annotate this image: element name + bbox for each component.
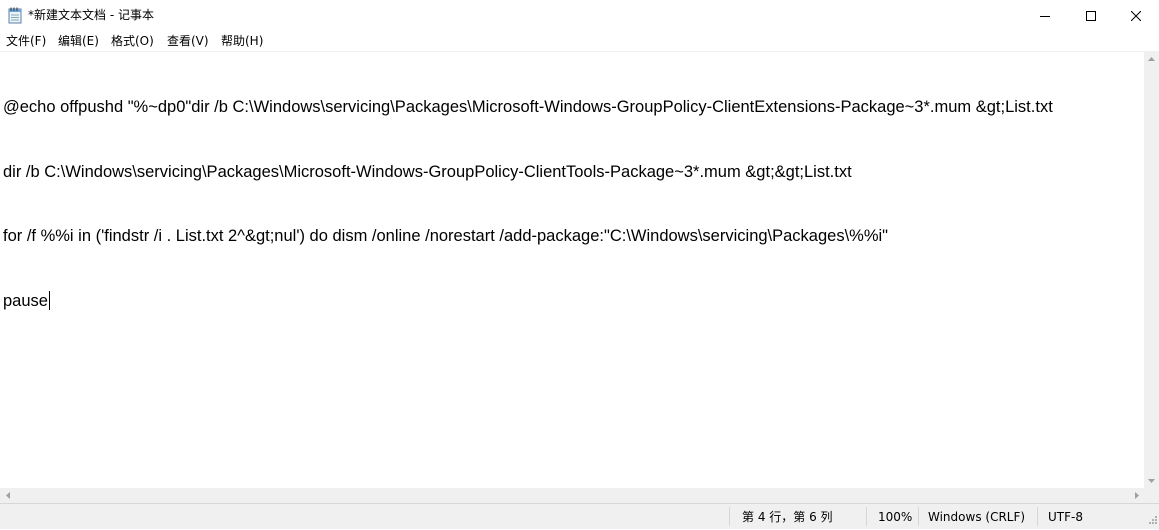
scrollbar-corner bbox=[1144, 488, 1159, 503]
encoding: UTF-8 bbox=[1048, 510, 1083, 524]
maximize-icon bbox=[1086, 10, 1096, 21]
menu-help[interactable]: 帮助(H) bbox=[220, 33, 264, 49]
editor-line: for /f %%i in ('findstr /i . List.txt 2^… bbox=[3, 227, 889, 245]
menu-bar: 文件(F) 编辑(E) 格式(O) 查看(V) 帮助(H) bbox=[0, 31, 1159, 51]
editor-line: @echo offpushd "%~dp0"dir /b C:\Windows\… bbox=[3, 98, 1053, 116]
vertical-scrollbar[interactable] bbox=[1144, 51, 1159, 488]
horizontal-scrollbar[interactable] bbox=[0, 488, 1144, 503]
window-title: *新建文本文档 - 记事本 bbox=[28, 8, 154, 22]
scroll-up-icon[interactable] bbox=[1144, 51, 1159, 66]
cursor-position: 第 4 行，第 6 列 bbox=[742, 510, 833, 524]
editor-content: @echo offpushd "%~dp0"dir /b C:\Windows\… bbox=[3, 54, 1053, 355]
menu-edit[interactable]: 编辑(E) bbox=[57, 33, 100, 49]
status-divider bbox=[1037, 507, 1038, 526]
scroll-down-icon[interactable] bbox=[1144, 473, 1159, 488]
zoom-level: 100% bbox=[878, 510, 913, 524]
menu-view[interactable]: 查看(V) bbox=[166, 33, 210, 49]
status-divider bbox=[866, 507, 867, 526]
resize-grip-icon[interactable] bbox=[1147, 513, 1157, 527]
editor-line: dir /b C:\Windows\servicing\Packages\Mic… bbox=[3, 162, 852, 181]
minimize-button[interactable] bbox=[1022, 0, 1068, 31]
status-divider bbox=[918, 507, 919, 526]
title-bar: *新建文本文档 - 记事本 bbox=[0, 0, 1159, 31]
editor-line: pause bbox=[3, 291, 48, 310]
menu-file[interactable]: 文件(F) bbox=[5, 33, 47, 49]
maximize-button[interactable] bbox=[1068, 0, 1114, 31]
editor-line-last: pause bbox=[3, 290, 1053, 313]
close-button[interactable] bbox=[1113, 0, 1159, 31]
notepad-icon bbox=[8, 7, 22, 24]
minimize-icon bbox=[1040, 11, 1050, 21]
scroll-right-icon[interactable] bbox=[1129, 488, 1144, 503]
line-ending: Windows (CRLF) bbox=[928, 510, 1026, 524]
status-bar: 第 4 行，第 6 列 100% Windows (CRLF) UTF-8 bbox=[0, 503, 1159, 529]
status-divider bbox=[729, 507, 730, 526]
close-icon bbox=[1131, 10, 1141, 21]
menu-format[interactable]: 格式(O) bbox=[110, 33, 155, 49]
text-caret bbox=[48, 290, 50, 310]
text-editor[interactable]: @echo offpushd "%~dp0"dir /b C:\Windows\… bbox=[0, 51, 1144, 489]
scroll-left-icon[interactable] bbox=[0, 488, 15, 503]
